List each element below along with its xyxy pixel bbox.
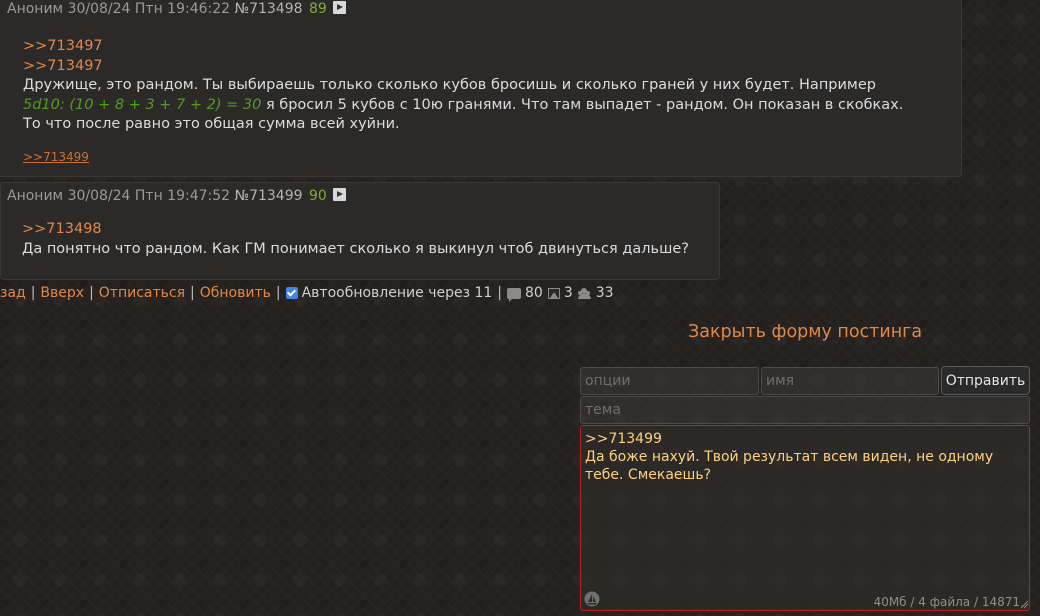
post-reply-link[interactable]: >>713499: [23, 150, 89, 164]
autoupdate-checkbox[interactable]: [285, 287, 298, 299]
post-713498: Аноним 30/08/24 Птн 19:46:22 №713498 89 …: [0, 0, 962, 177]
post-reflink[interactable]: >>713497: [23, 37, 903, 57]
nav-up-link[interactable]: Вверх: [40, 285, 84, 301]
post-body: >>713498 Да понятно что рандом. Как ГМ п…: [22, 220, 689, 259]
users-count-icon: [577, 287, 592, 299]
post-reflink[interactable]: >>713497: [23, 57, 903, 77]
comment-textarea[interactable]: >>713499 Да боже нахуй. Твой результат в…: [580, 425, 1030, 611]
posts-count: 80: [525, 285, 543, 301]
nav-back-link[interactable]: зад: [0, 285, 26, 301]
resize-grip-icon[interactable]: [1019, 599, 1029, 609]
close-post-form-link[interactable]: Закрыть форму постинга: [688, 322, 922, 342]
post-text: То что после равно это общая сумма всей …: [23, 116, 400, 132]
nav-separator: |: [497, 285, 503, 301]
post-text: Дружище, это рандом. Ты выбираешь только…: [23, 77, 876, 93]
upload-limits: 40Мб / 4 файла / 14871: [873, 595, 1020, 609]
post-text: Да понятно что рандом. Как ГМ понимает с…: [22, 240, 689, 257]
users-count: 33: [595, 285, 614, 301]
thread-nav: зад | Вверх | Отписаться | Обновить | Ав…: [0, 285, 614, 302]
submit-button[interactable]: Отправить: [941, 366, 1030, 395]
dice-roll: 5d10: (10 + 8 + 3 + 7 + 2) = 30: [23, 96, 262, 113]
post-menu-icon[interactable]: [333, 188, 347, 201]
post-body: >>713497 >>713497 Дружище, это рандом. Т…: [23, 37, 903, 135]
post-menu-icon[interactable]: [333, 1, 347, 14]
nav-separator: |: [89, 285, 94, 301]
nav-separator: |: [30, 285, 36, 301]
options-input[interactable]: [580, 367, 759, 395]
post-author: Аноним: [7, 1, 64, 17]
images-count: 3: [563, 285, 573, 301]
post-index: 90: [308, 188, 327, 204]
sailboat-icon: [584, 591, 600, 607]
nav-unsubscribe-link[interactable]: Отписаться: [99, 285, 185, 301]
nav-separator: |: [190, 285, 195, 301]
posts-count-icon: [507, 287, 522, 302]
post-author: Аноним: [7, 188, 64, 204]
nav-refresh-link[interactable]: Обновить: [200, 285, 271, 301]
post-header: Аноним 30/08/24 Птн 19:46:22 №713498 89: [7, 1, 347, 17]
post-index: 89: [308, 1, 327, 17]
post-number[interactable]: №713498: [235, 1, 303, 17]
post-date: 30/08/24 Птн 19:47:52: [67, 188, 231, 204]
post-number[interactable]: №713499: [235, 188, 303, 204]
images-count-icon: [547, 287, 560, 299]
post-header: Аноним 30/08/24 Птн 19:47:52 №713499 90: [7, 188, 347, 204]
autoupdate-label: Автообновление через 11: [301, 285, 493, 301]
post-date: 30/08/24 Птн 19:46:22: [67, 1, 231, 17]
nav-separator: |: [275, 285, 281, 301]
post-text: я бросил 5 кубов с 10ю гранями. Что там …: [261, 96, 904, 113]
subject-input[interactable]: [580, 396, 1030, 424]
post-reflink[interactable]: >>713498: [22, 220, 689, 240]
name-input[interactable]: [761, 367, 939, 395]
